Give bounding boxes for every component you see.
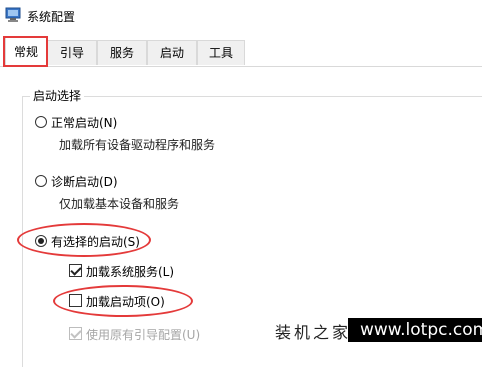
radio-selected-dot [38,238,44,244]
tab-general[interactable]: 常规 [5,37,47,67]
tab-startup-label: 启动 [159,46,184,60]
checkmark-icon [70,264,82,276]
watermark-url: www.lotpc.com [360,320,482,340]
normal-startup-desc: 加载所有设备驱动程序和服务 [59,138,216,152]
title-bar: 系统配置 [0,0,482,36]
window-title: 系统配置 [27,10,76,24]
normal-startup-label[interactable]: 正常启动(N) [51,114,117,131]
selective-startup-label[interactable]: 有选择的启动(S) [51,233,140,250]
tab-startup[interactable]: 启动 [147,40,197,65]
tab-services-label: 服务 [109,46,134,60]
tab-tools[interactable]: 工具 [197,40,245,65]
tab-boot-label: 引导 [59,46,84,60]
tab-boot[interactable]: 引导 [47,40,97,65]
checkmark-icon [70,327,82,339]
watermark-brand: 装机之家 [275,323,352,342]
load-startup-items-label[interactable]: 加载启动项(O) [86,293,165,310]
load-startup-items-checkbox[interactable] [69,294,82,307]
use-original-boot-label: 使用原有引导配置(U) [86,328,201,342]
startup-selection-label: 启动选择 [30,87,85,104]
watermark-url-box: www.lotpc.com [348,318,482,342]
diagnostic-startup-label[interactable]: 诊断启动(D) [51,173,118,190]
diagnostic-startup-desc: 仅加载基本设备和服务 [59,197,180,211]
tab-general-label: 常规 [13,45,38,59]
normal-startup-radio[interactable] [35,116,47,128]
selective-startup-radio[interactable] [35,235,47,247]
load-system-services-label[interactable]: 加载系统服务(L) [86,263,174,280]
diagnostic-startup-radio[interactable] [35,175,47,187]
use-original-boot-checkbox [69,327,82,340]
load-system-services-checkbox[interactable] [69,264,82,277]
tab-tools-label: 工具 [208,46,233,60]
system-config-icon [5,7,21,22]
tab-services[interactable]: 服务 [97,40,147,65]
